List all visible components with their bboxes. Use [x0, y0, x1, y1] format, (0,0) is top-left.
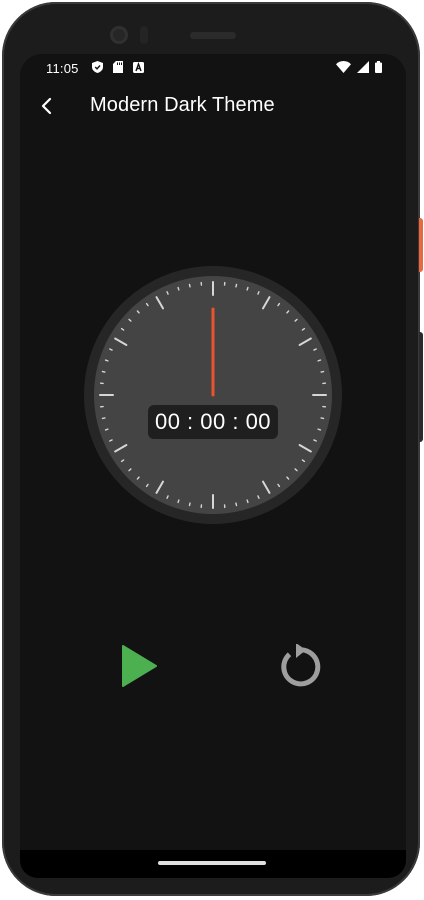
minor-tick — [166, 495, 169, 499]
stopwatch-dial — [84, 266, 342, 524]
navigation-bar — [20, 850, 406, 878]
minor-tick — [166, 291, 169, 295]
minor-tick — [177, 286, 180, 291]
status-notification-icons — [92, 61, 144, 73]
minor-tick — [177, 499, 180, 504]
power-button — [419, 218, 423, 272]
phone-frame: 11:05 Modern Dark Theme 00: 00: 00 — [2, 2, 420, 896]
minor-tick — [320, 370, 325, 373]
minor-tick — [246, 499, 249, 504]
minor-tick — [313, 439, 317, 442]
minor-tick — [313, 348, 317, 351]
front-camera — [110, 26, 128, 44]
app-bar: Modern Dark Theme — [20, 82, 406, 130]
minor-tick — [104, 428, 109, 431]
minor-tick — [101, 417, 106, 420]
minor-tick — [104, 359, 109, 362]
home-indicator[interactable] — [158, 861, 266, 865]
page-title: Modern Dark Theme — [90, 94, 275, 116]
status-system-icons — [336, 61, 382, 73]
wifi-icon — [336, 61, 351, 73]
cell-signal-icon — [357, 61, 369, 73]
minor-tick — [101, 370, 106, 373]
minor-tick — [188, 502, 191, 507]
shield-icon — [92, 61, 103, 73]
reset-button[interactable] — [276, 643, 322, 690]
minor-tick — [257, 495, 260, 499]
minor-tick — [320, 417, 325, 420]
play-icon — [122, 645, 157, 687]
proximity-sensor — [140, 26, 148, 44]
earpiece-speaker — [190, 32, 236, 39]
screen: 11:05 Modern Dark Theme 00: 00: 00 — [20, 54, 406, 878]
status-bar: 11:05 — [20, 54, 406, 82]
battery-icon — [375, 61, 382, 73]
status-time: 11:05 — [46, 61, 79, 76]
minor-tick — [109, 439, 113, 442]
minor-tick — [235, 283, 238, 288]
minor-tick — [109, 348, 113, 351]
sd-card-icon — [113, 61, 123, 73]
play-button[interactable] — [114, 642, 162, 690]
minor-tick — [317, 428, 322, 431]
minor-tick — [246, 286, 249, 291]
a-badge-icon — [133, 61, 144, 73]
minor-tick — [257, 291, 260, 295]
reset-icon — [281, 643, 321, 687]
minor-tick — [188, 283, 191, 288]
back-arrow-icon — [41, 97, 52, 115]
elapsed-time-display: 00 : 00 : 00 — [148, 405, 278, 439]
minor-tick — [235, 502, 238, 507]
minor-tick — [317, 359, 322, 362]
volume-rocker — [419, 332, 423, 442]
back-button[interactable] — [34, 92, 62, 120]
